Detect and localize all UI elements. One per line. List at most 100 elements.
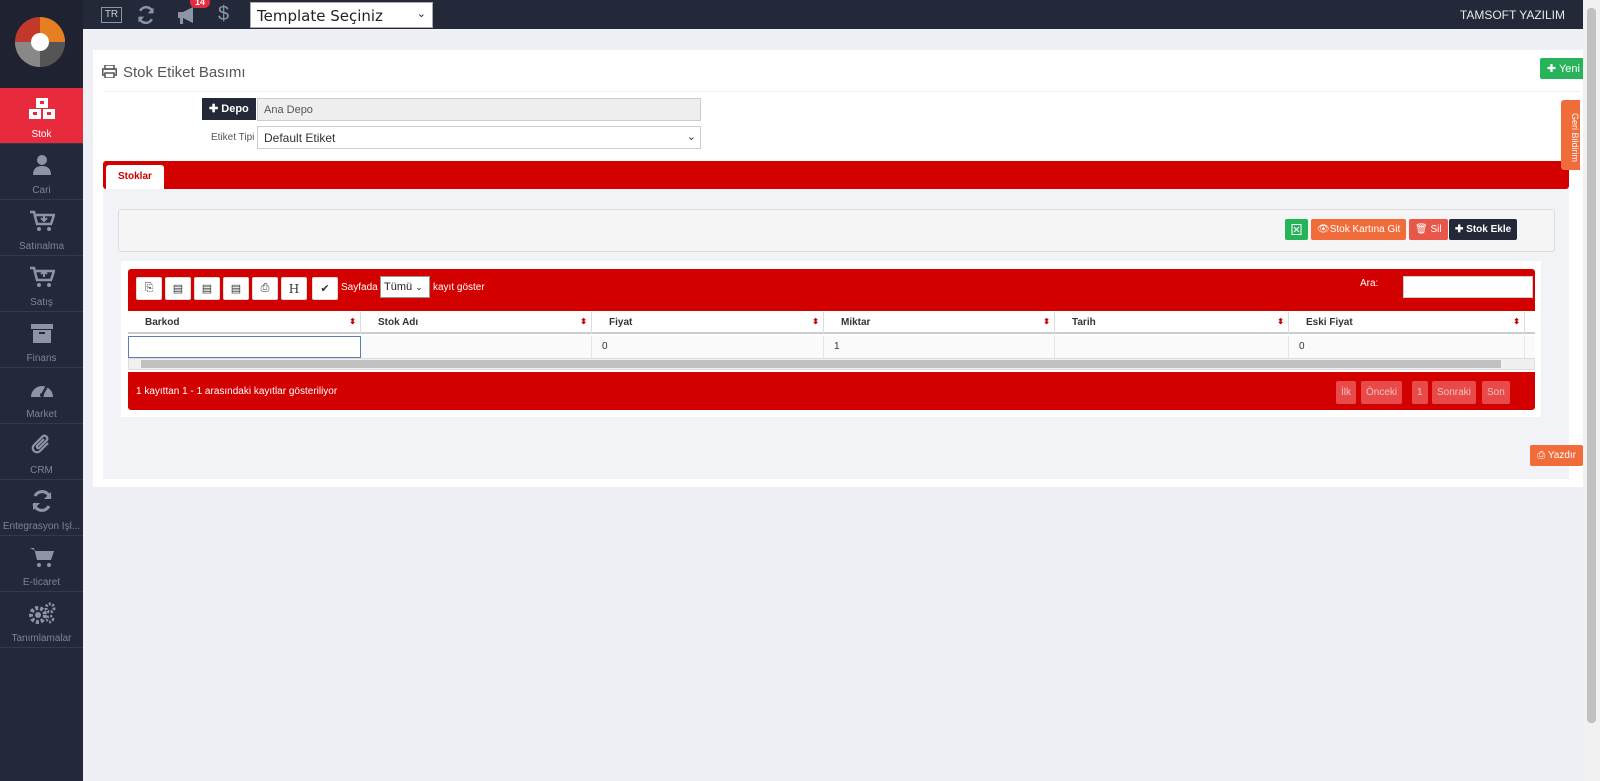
chevron-down-icon: ⌄ (415, 282, 423, 292)
table-cell[interactable] (1055, 336, 1289, 358)
chevron-down-icon: ⌄ (686, 131, 696, 143)
sidebar-item-finans[interactable]: Finans (0, 312, 83, 368)
sidebar-item-label: Market (26, 409, 57, 420)
template-select-value: Template Seçiniz (257, 7, 383, 25)
excel-button[interactable]: ▤ (194, 277, 220, 300)
column-header-stok-adi[interactable]: Stok Adı ⬍ (361, 312, 592, 334)
table-toolbar: ⎘ ▤ ▤ ▤ ⎙ H ✔ Sayfada Tümü ⌄ kayıt göste… (128, 269, 1535, 311)
pager-first[interactable]: İlk (1336, 381, 1356, 404)
print-table-button[interactable]: ⎙ (252, 277, 278, 300)
sidebar-item-label: Satış (30, 297, 53, 308)
stock-table: ⎘ ▤ ▤ ▤ ⎙ H ✔ Sayfada Tümü ⌄ kayıt göste… (121, 261, 1541, 417)
csv-button[interactable]: ▤ (165, 277, 191, 300)
delete-button[interactable]: 🗑 Sil (1409, 219, 1448, 240)
depo-button[interactable]: ✚ Depo (202, 98, 256, 120)
sidebar-item-label: Finans (26, 353, 57, 364)
pdf-button[interactable]: ▤ (223, 277, 249, 300)
sidebar-item-entegrasyon[interactable]: Entegrasyon İşl... (0, 480, 83, 536)
table-row: 0 1 0 (128, 336, 1535, 358)
refresh-icon[interactable] (136, 5, 156, 30)
refresh-icon (0, 488, 83, 514)
feedback-tab[interactable]: Geri Bildirim (1561, 100, 1580, 170)
copy-icon: ⎘ (144, 282, 154, 294)
sidebar-item-label: Entegrasyon İşl... (2, 521, 81, 532)
eye-icon: 👁 (1317, 224, 1330, 235)
column-header-fiyat[interactable]: Fiyat ⬍ (592, 312, 824, 334)
new-button-label: Yeni (1558, 63, 1580, 75)
top-bar: TR 14 $ Template Seçiniz ⌄ TAMSOFT YAZIL… (83, 0, 1600, 29)
print-icon (102, 64, 117, 83)
page-size-select[interactable]: Tümü ⌄ (380, 276, 430, 298)
scrollbar-thumb[interactable] (1587, 8, 1596, 723)
etiket-tipi-value: Default Etiket (264, 131, 336, 145)
print-button[interactable]: ⎙ Yazdır (1530, 445, 1583, 466)
divider (103, 91, 1580, 92)
vertical-scrollbar[interactable] (1583, 0, 1600, 781)
column-title: Fiyat (609, 317, 633, 328)
language-toggle[interactable]: TR (101, 7, 122, 23)
chevron-down-icon: ⌄ (416, 7, 426, 20)
sidebar-item-satinalma[interactable]: Satınalma (0, 200, 83, 256)
column-header-eski-fiyat[interactable]: Eski Fiyat ⬍ (1289, 312, 1525, 334)
sidebar-item-cari[interactable]: Cari (0, 144, 83, 200)
etiket-tipi-label: Etiket Tipi (211, 132, 255, 143)
go-to-stock-card-label: Stok Kartına Git (1329, 224, 1401, 235)
column-title: Barkod (145, 317, 180, 328)
sidebar-item-crm[interactable]: CRM (0, 424, 83, 480)
print-button-label: Yazdır (1547, 450, 1576, 461)
column-header-miktar[interactable]: Miktar ⬍ (824, 312, 1055, 334)
main-panel: Stok Etiket Basımı ✚ Yeni ✚ Depo Ana Dep… (93, 50, 1590, 487)
template-select[interactable]: Template Seçiniz ⌄ (250, 2, 433, 28)
column-title: Tarih (1072, 317, 1096, 328)
sidebar-item-stok[interactable]: Stok (0, 88, 83, 144)
depo-field[interactable]: Ana Depo (257, 98, 701, 121)
add-stock-label: Stok Ekle (1466, 224, 1512, 235)
sidebar-item-market[interactable]: Market (0, 368, 83, 424)
horizontal-scrollbar[interactable] (128, 358, 1535, 370)
sidebar-item-label: Cari (32, 185, 51, 196)
copy-button[interactable]: ⎘ (136, 277, 162, 300)
excel-export-button[interactable] (1285, 219, 1308, 240)
sidebar: Stok Cari Satınalma Satış Finans Market (0, 0, 83, 781)
etiket-tipi-select[interactable]: Default Etiket ⌄ (257, 126, 701, 149)
table-cell[interactable]: 0 (592, 336, 824, 358)
company-name[interactable]: TAMSOFT YAZILIM (1460, 8, 1565, 22)
pager-last[interactable]: Son (1482, 381, 1510, 404)
header-toggle-button[interactable]: H (281, 277, 307, 300)
table-cell[interactable]: 1 (824, 336, 1055, 358)
plus-icon: ✚ (1455, 224, 1467, 235)
search-input[interactable] (1403, 276, 1533, 298)
megaphone-icon[interactable] (176, 5, 198, 30)
sidebar-item-satis[interactable]: Satış (0, 256, 83, 312)
pager-page-1[interactable]: 1 (1412, 381, 1428, 404)
file-icon: ▤ (230, 283, 242, 295)
scrollbar-thumb[interactable] (141, 360, 1501, 368)
table-cell[interactable]: 0 (1289, 336, 1525, 358)
boxes-icon (0, 96, 83, 122)
app-logo[interactable] (0, 0, 83, 88)
tab-stoklar[interactable]: Stoklar (106, 165, 164, 189)
new-button[interactable]: ✚ Yeni (1539, 58, 1587, 79)
sidebar-item-eticaret[interactable]: E-ticaret (0, 536, 83, 592)
table-footer: 1 kayıttan 1 - 1 arasındaki kayıtlar gös… (128, 372, 1535, 410)
barkod-cell-input[interactable] (128, 336, 361, 358)
sidebar-item-label: Tanımlamalar (11, 633, 72, 644)
go-to-stock-card-button[interactable]: 👁Stok Kartına Git (1311, 219, 1407, 240)
column-title: Eski Fiyat (1306, 317, 1353, 328)
select-all-button[interactable]: ✔ (312, 277, 338, 300)
page-size-suffix: kayıt göster (433, 282, 485, 293)
column-header-barkod[interactable]: Barkod ⬍ (128, 312, 361, 334)
sort-icon: ⬍ (812, 317, 819, 326)
dollar-icon[interactable]: $ (218, 3, 229, 26)
sidebar-item-tanimlamalar[interactable]: Tanımlamalar (0, 592, 83, 648)
table-cell[interactable] (361, 336, 592, 358)
file-icon: ▤ (172, 283, 184, 295)
add-stock-button[interactable]: ✚ Stok Ekle (1449, 219, 1518, 240)
column-title: Miktar (841, 317, 871, 328)
column-header-tarih[interactable]: Tarih ⬍ (1055, 312, 1289, 334)
pager-previous[interactable]: Önceki (1361, 381, 1403, 404)
dashboard-icon (0, 376, 83, 402)
pager-next[interactable]: Sonraki (1432, 381, 1476, 404)
sidebar-item-label: Stok (31, 129, 52, 140)
page-size-label: Sayfada (341, 282, 378, 293)
